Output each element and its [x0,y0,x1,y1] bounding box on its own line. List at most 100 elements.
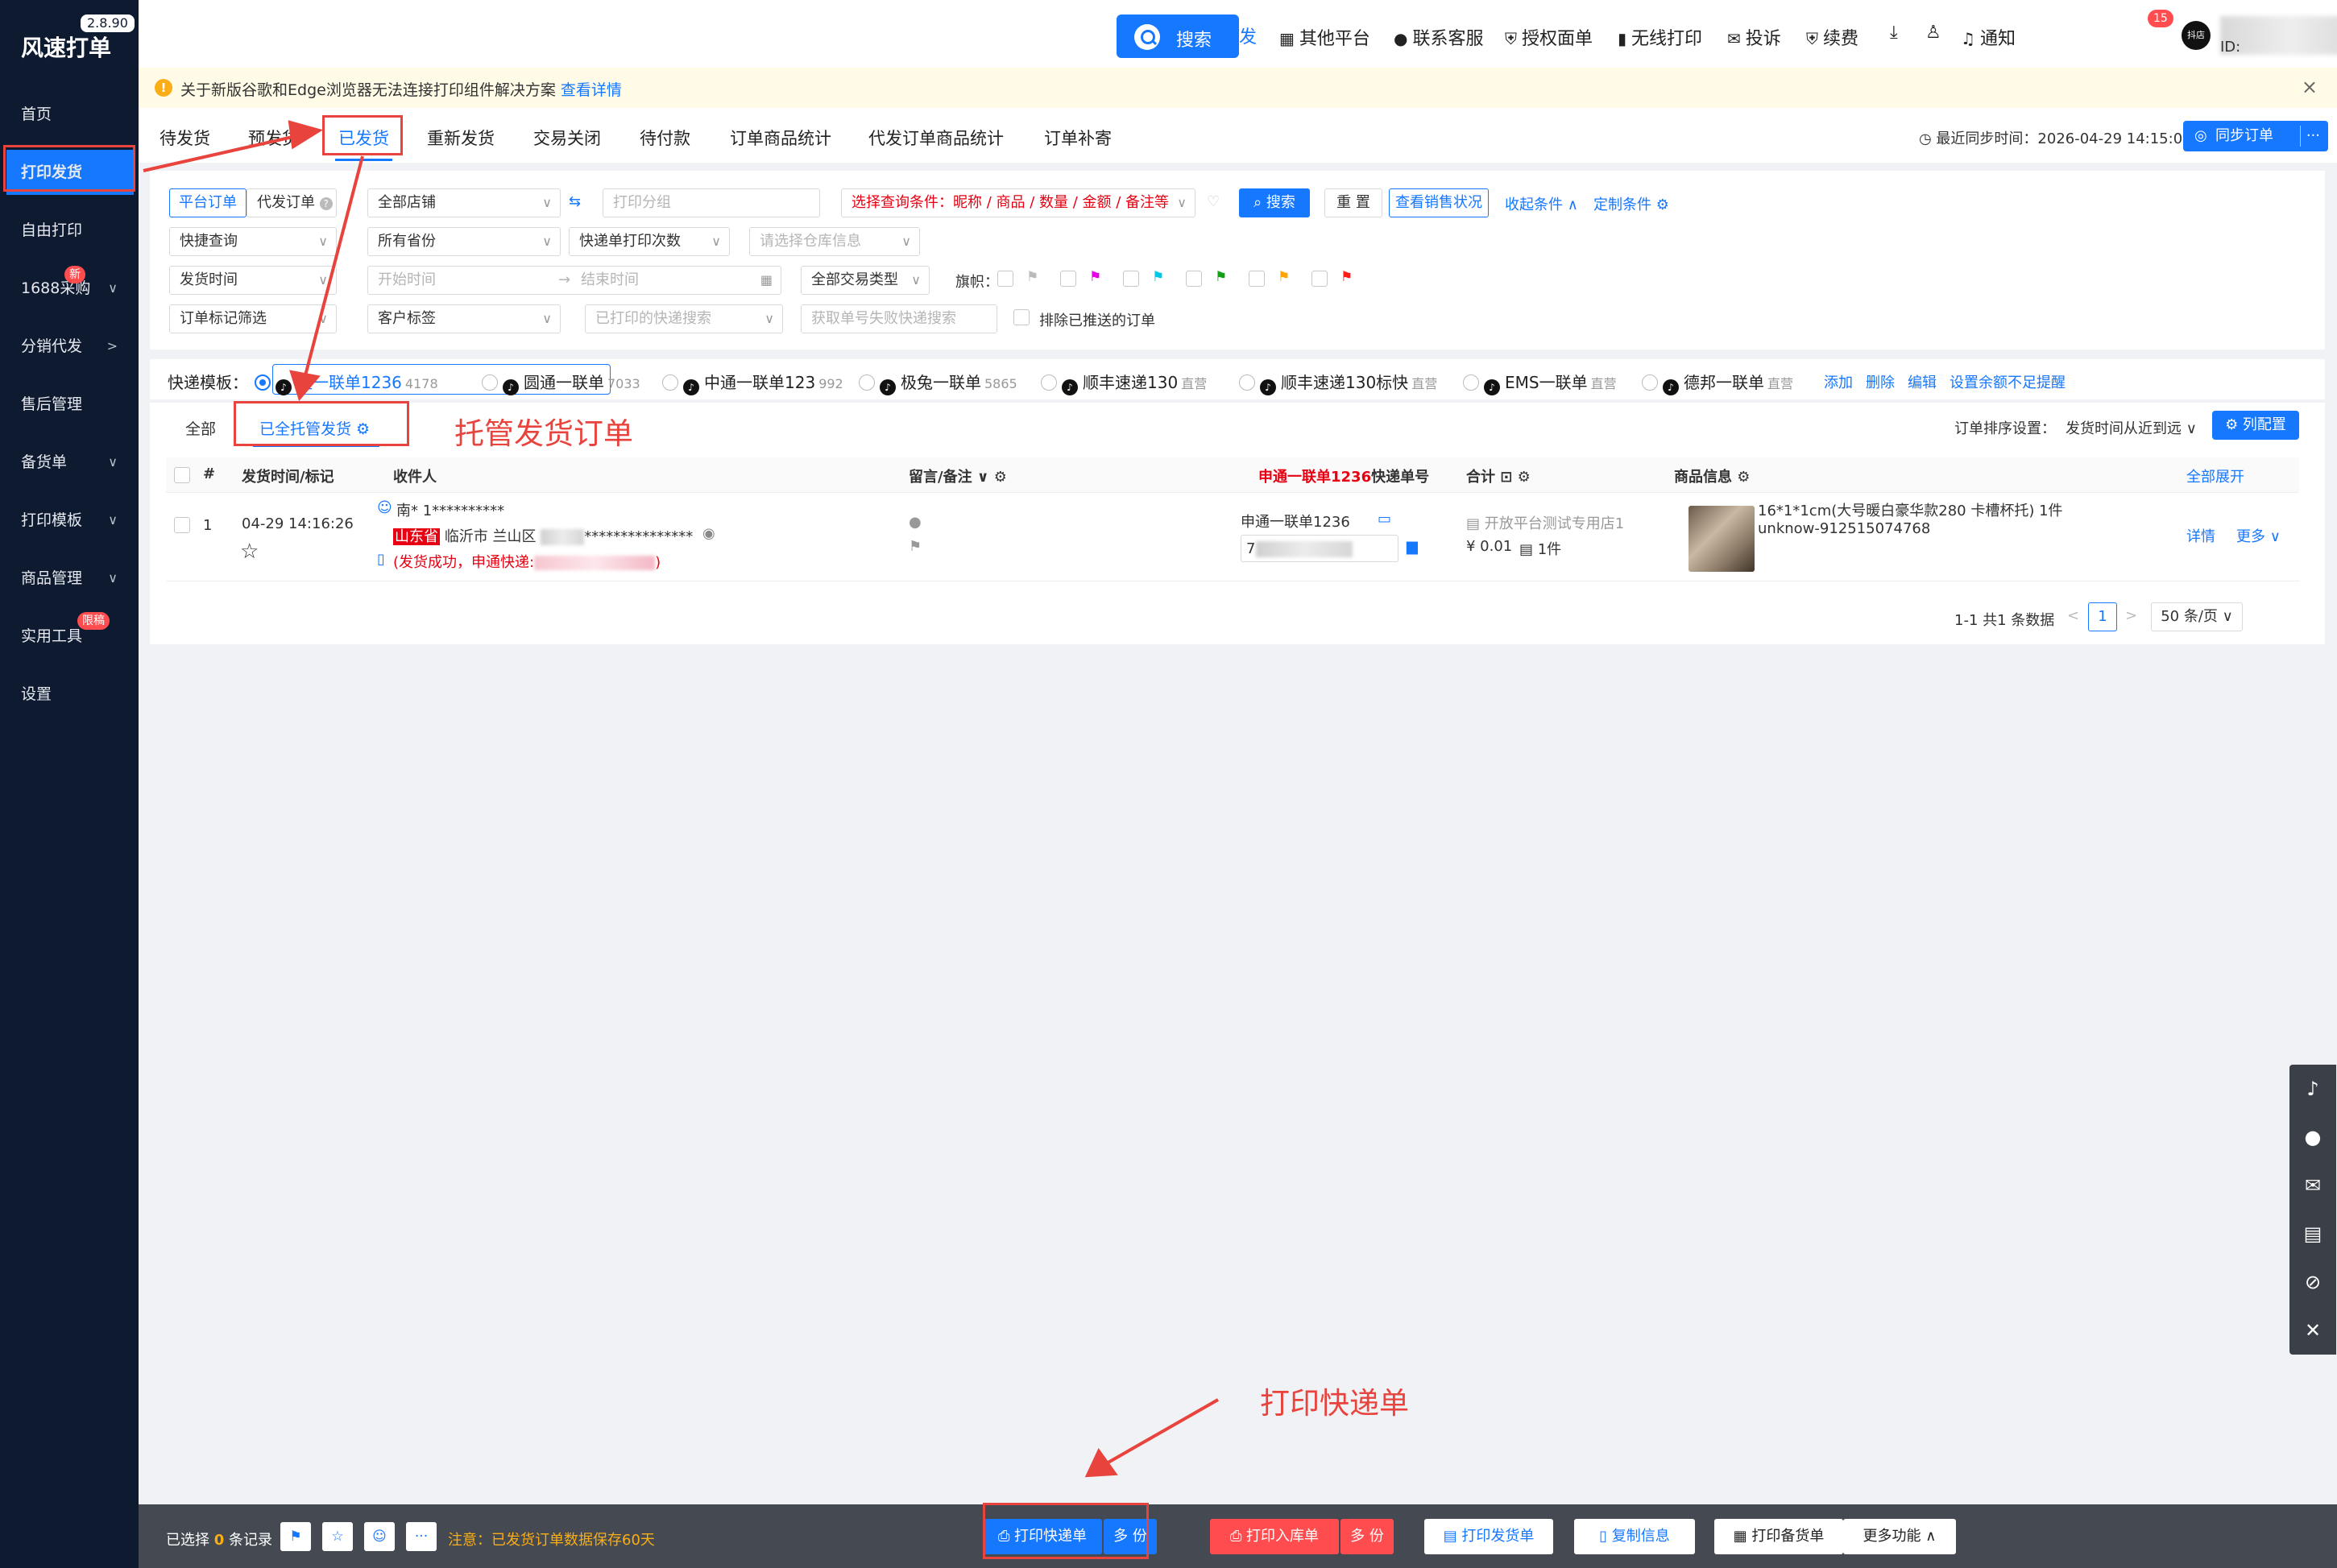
pin-icon[interactable]: ♡ [1207,193,1220,210]
print-ship-button[interactable]: ▤ 打印发货单 [1424,1519,1553,1554]
radio[interactable] [1239,374,1255,391]
auth-waybill-link[interactable]: ⛨ 授权面单 [1505,24,1593,50]
agent-order-toggle[interactable]: 代发订单 ? [247,188,337,217]
compass-icon[interactable]: ⊘ [2289,1258,2336,1306]
doc-icon[interactable]: ▤ [2289,1210,2336,1258]
radio[interactable] [662,374,678,391]
print-group-select[interactable]: 打印分组 [603,188,820,217]
print-inbound-copies-button[interactable]: 多 份 [1340,1519,1394,1554]
template-option[interactable]: ♪ 顺丰速递130标快 直营 [1239,370,1437,395]
trash-icon[interactable]: ▆ [1407,538,1418,555]
other-platform-link[interactable]: ▦ 其他平台 [1279,24,1370,50]
chat-icon[interactable]: ☺ [377,499,392,516]
tab-unpaid[interactable]: 待付款 [640,126,690,150]
pager-page[interactable]: 1 [2088,602,2117,631]
row-checkbox[interactable] [174,517,190,533]
chat-icon[interactable]: ☺ [364,1522,395,1551]
contact-service-link[interactable]: ● 联系客服 [1394,24,1483,50]
warehouse-select[interactable]: 请选择仓库信息 ∨ [749,227,920,256]
end-date-input[interactable]: 结束时间 [581,267,639,294]
sidebar-item-free-print[interactable]: 自由打印 [0,208,139,253]
sales-status-button[interactable]: 查看销售状况 [1389,188,1489,217]
province-select[interactable]: 所有省份 ∨ [367,227,561,256]
col-ship-time[interactable]: 发货时间/标记 [242,465,334,486]
sidebar-item-1688[interactable]: 1688采购新 ∨ [0,266,139,311]
radio[interactable] [1642,374,1658,391]
template-option[interactable]: ♪ 顺丰速递130 直营 [1041,370,1207,395]
flag-icon[interactable]: ⚑ [909,538,922,555]
pager-prev[interactable]: < [2067,607,2079,624]
ship-time-select[interactable]: 发货时间 ∨ [169,266,337,295]
close-icon[interactable]: ✕ [2289,1306,2336,1355]
search-button[interactable]: ⌕ 搜索 [1239,188,1310,217]
tracking-number-input[interactable]: 7 [1241,535,1398,562]
radio-checked[interactable] [255,374,271,391]
more-functions-button[interactable]: 更多功能 ∧ [1843,1519,1956,1554]
sidebar-item-goods[interactable]: 商品管理 ∨ [0,556,139,601]
radio[interactable] [1041,374,1057,391]
service-icon[interactable]: ● [2289,1113,2336,1161]
sidebar-item-distribution[interactable]: 分销代发 > [0,324,139,369]
template-option-selected[interactable]: ♪ 通一联单1236 4178 [255,370,438,395]
tab-goods-stats[interactable]: 订单商品统计 [730,126,831,150]
swap-icon[interactable]: ⇆ [569,193,581,210]
copy-icon[interactable]: ▯ [377,551,385,568]
more-icon[interactable]: ··· [406,1522,437,1551]
mail-icon[interactable]: ✉ [2289,1161,2336,1210]
complaint-link[interactable]: ✉ 投诉 [1727,24,1781,50]
sidebar-item-settings[interactable]: 设置 [0,672,139,717]
balance-alert-link[interactable]: 设置余额不足提醒 [1950,371,2066,392]
flag-checkbox[interactable] [1123,271,1139,287]
template-option[interactable]: ♪ 极兔一联单 5865 [859,370,1017,395]
col-total[interactable]: 合计 ⊡ ⚙ [1466,465,1531,486]
table-row[interactable]: 1 04-29 14:16:26 ☆ ☺ 南* 1********** 山东省 … [166,493,2299,581]
col-goods[interactable]: 商品信息 ⚙ [1674,465,1750,486]
tab-pre-ship[interactable]: 预发货 [248,126,299,150]
sidebar-item-stock[interactable]: 备货单 ∨ [0,440,139,485]
close-icon[interactable]: × [2302,76,2318,98]
radio[interactable] [1463,374,1479,391]
shop-avatar[interactable]: 抖店 [2182,21,2211,50]
start-date-input[interactable]: 开始时间 [378,271,436,288]
notify-link[interactable]: ♫ 通知 [1961,24,2016,50]
shop-select[interactable]: 全部店铺 ∨ [367,188,561,217]
printed-express-search[interactable]: 已打印的快递搜索 ∨ [585,304,783,333]
column-config-button[interactable]: ⚙ 列配置 [2212,411,2299,440]
detail-link[interactable]: 详情 [2186,525,2215,546]
shirt-icon[interactable]: ♙ [1925,23,1941,43]
template-option[interactable]: ♪ 圆通一联单 7033 [482,370,640,395]
flag-checkbox[interactable] [1311,271,1328,287]
flag-checkbox[interactable] [1060,271,1076,287]
sync-orders-button[interactable]: ◎ 同步订单 ··· [2183,121,2328,151]
failed-number-search[interactable]: 获取单号失败快递搜索 [801,304,997,333]
expand-all-link[interactable]: 全部展开 [2186,465,2244,486]
wireless-print-link[interactable]: ▮ 无线打印 [1618,24,1702,50]
template-delete-link[interactable]: 删除 [1866,371,1895,392]
star-icon[interactable]: ☆ [322,1522,353,1551]
collapse-conditions-link[interactable]: 收起条件 ∧ [1505,193,1578,214]
platform-order-toggle[interactable]: 平台订单 [169,188,247,217]
print-preview-icon[interactable]: ▭ [1378,511,1391,527]
page-size-select[interactable]: 50 条/页 ∨ [2151,602,2243,631]
custom-conditions-link[interactable]: 定制条件 ⚙ [1593,193,1669,214]
exclude-pushed-checkbox[interactable] [1013,309,1030,325]
reset-button[interactable]: 重 置 [1324,188,1382,217]
more-icon[interactable]: ··· [2306,121,2320,151]
col-tracking[interactable]: 申通一联单1236快递单号 [1258,465,1429,486]
print-stock-button[interactable]: ▦ 打印备货单 [1714,1519,1843,1554]
col-receiver[interactable]: 收件人 [393,465,437,486]
tab-closed[interactable]: 交易关闭 [533,126,601,150]
trade-type-select[interactable]: 全部交易类型 ∨ [801,266,930,295]
flag-checkbox[interactable] [1186,271,1202,287]
flag-checkbox[interactable] [997,271,1013,287]
pager-next[interactable]: > [2125,607,2137,624]
tab-pending-ship[interactable]: 待发货 [160,126,210,150]
download-icon[interactable]: ⤓ [1890,23,1898,43]
tiktok-icon[interactable]: ♪ [2289,1065,2336,1113]
sidebar-item-aftersale[interactable]: 售后管理 [0,382,139,427]
print-inbound-button[interactable]: ⎙ 打印入库单 [1210,1519,1339,1554]
quick-query-select[interactable]: 快捷查询 ∨ [169,227,337,256]
more-link[interactable]: 更多 ∨ [2236,525,2281,546]
notice-detail-link[interactable]: 查看详情 [561,81,622,99]
eye-icon[interactable]: ◉ [702,525,715,542]
